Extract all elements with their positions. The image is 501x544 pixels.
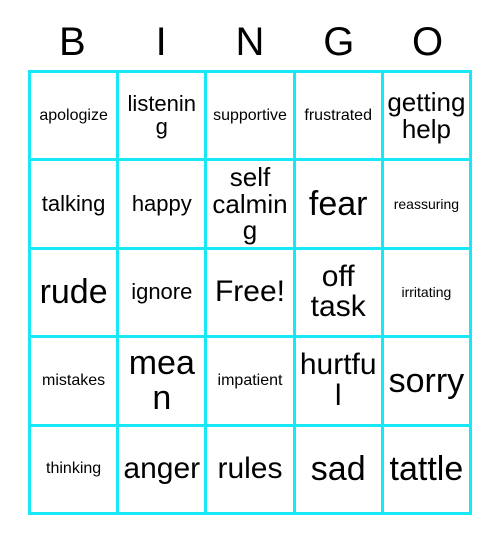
bingo-header-letter-i: I	[155, 20, 167, 64]
bingo-cell-label: rude	[39, 273, 108, 312]
bingo-header-letter-n: N	[235, 20, 265, 64]
bingo-cell-label: self calming	[212, 162, 288, 246]
bingo-cell-r1c2[interactable]: listening	[119, 73, 208, 162]
bingo-cell-r4c4[interactable]: hurtful	[295, 338, 384, 427]
bingo-cell-label: frustrated	[304, 106, 372, 124]
bingo-cell-label: talking	[41, 190, 106, 216]
bingo-cell-r2c1[interactable]: talking	[31, 161, 120, 250]
bingo-cell-label: off task	[310, 259, 366, 324]
bingo-cell-r5c5[interactable]: tattle	[383, 426, 472, 515]
bingo-cell-r5c3[interactable]: rules	[207, 426, 296, 515]
bingo-cell-r4c2[interactable]: mean	[119, 338, 208, 427]
bingo-cell-label: fear	[308, 184, 368, 223]
bingo-cell-label: Free!	[214, 275, 285, 309]
bingo-header-letter-b: B	[59, 20, 86, 64]
bingo-cell-r3c1[interactable]: rude	[31, 249, 120, 339]
bingo-cell-r3c2[interactable]: ignore	[119, 249, 208, 339]
bingo-cell-label: listening	[127, 91, 197, 139]
bingo-cell-r3c5[interactable]: irritating	[383, 249, 472, 339]
bingo-cell-label: getting help	[387, 87, 466, 144]
bingo-cell-label: irritating	[401, 284, 452, 301]
bingo-header-letter-g: G	[323, 20, 355, 64]
bingo-header-letter-o: O	[412, 20, 444, 64]
bingo-header-row: B I N G O	[28, 14, 472, 70]
bingo-cell-label: tattle	[389, 449, 464, 488]
bingo-cell-r1c3[interactable]: supportive	[207, 73, 296, 162]
bingo-cell-label: thinking	[46, 460, 102, 478]
bingo-grid: apologize listening supportive frustrate…	[28, 70, 472, 515]
bingo-cell-label: sorry	[388, 361, 465, 400]
bingo-cell-r1c1[interactable]: apologize	[31, 73, 120, 162]
bingo-card: B I N G O apologize listening supportive…	[0, 0, 501, 544]
bingo-cell-label: anger	[123, 452, 201, 485]
bingo-cell-r2c4[interactable]: fear	[295, 161, 384, 250]
bingo-cell-label: ignore	[131, 279, 193, 305]
bingo-cell-r5c1[interactable]: thinking	[31, 426, 120, 515]
bingo-cell-label: apologize	[39, 106, 108, 124]
bingo-cell-r5c2[interactable]: anger	[119, 426, 208, 515]
bingo-cell-label: happy	[131, 190, 192, 216]
bingo-cell-free[interactable]: Free!	[207, 249, 296, 339]
bingo-cell-label: mean	[128, 344, 195, 417]
bingo-cell-label: mistakes	[42, 371, 106, 389]
bingo-cell-label: sad	[310, 449, 366, 488]
bingo-cell-r4c5[interactable]: sorry	[383, 338, 472, 427]
bingo-cell-label: impatient	[217, 371, 283, 389]
bingo-cell-r4c1[interactable]: mistakes	[31, 338, 120, 427]
bingo-cell-label: rules	[217, 452, 283, 485]
bingo-cell-r2c5[interactable]: reassuring	[383, 161, 472, 250]
bingo-cell-r2c3[interactable]: self calming	[207, 161, 296, 250]
bingo-cell-r1c5[interactable]: getting help	[383, 73, 472, 162]
bingo-cell-r5c4[interactable]: sad	[295, 426, 384, 515]
bingo-cell-r2c2[interactable]: happy	[119, 161, 208, 250]
bingo-cell-r3c4[interactable]: off task	[295, 249, 384, 339]
bingo-cell-r1c4[interactable]: frustrated	[295, 73, 384, 162]
bingo-cell-label: reassuring	[393, 195, 460, 212]
bingo-cell-r4c3[interactable]: impatient	[207, 338, 296, 427]
bingo-cell-label: hurtful	[299, 348, 377, 412]
bingo-cell-label: supportive	[213, 106, 287, 124]
